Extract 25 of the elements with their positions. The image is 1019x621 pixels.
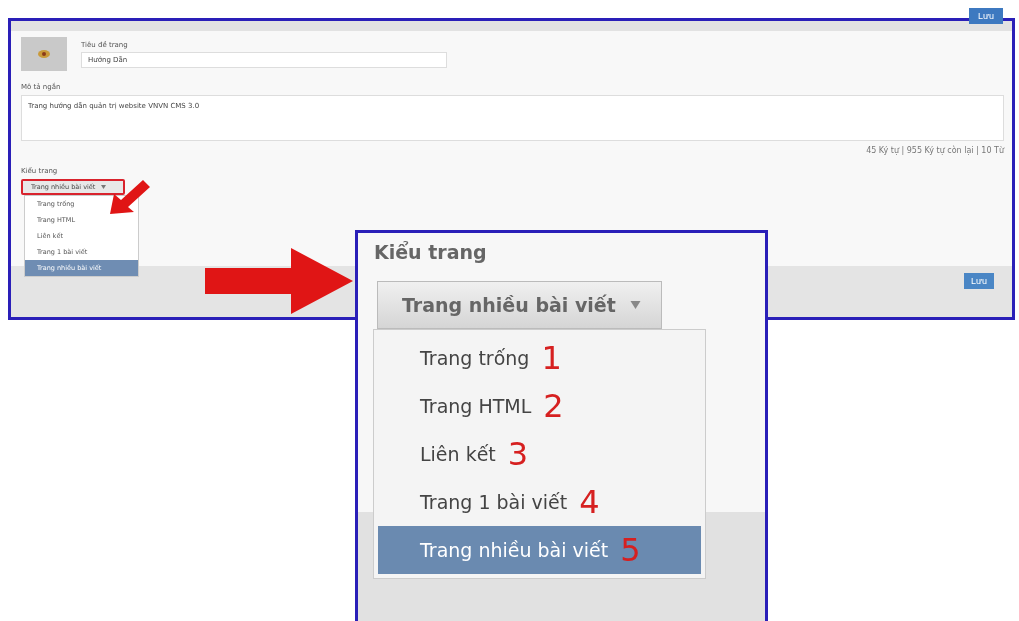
option-label: Liên kết — [420, 443, 496, 465]
dropdown-option[interactable]: Liên kết 3 — [378, 430, 701, 478]
step-number: 5 — [620, 531, 641, 569]
dropdown-option[interactable]: Trang HTML 2 — [378, 382, 701, 430]
dropdown-option[interactable]: Trang trống 1 — [378, 334, 701, 382]
step-number: 1 — [541, 339, 562, 377]
arrow-icon — [110, 180, 150, 214]
dropdown-option[interactable]: Trang 1 bài viết 4 — [378, 478, 701, 526]
caret-icon — [101, 185, 107, 189]
arrow-icon — [205, 248, 353, 314]
dropdown-option[interactable]: Trang nhiều bài viết 5 — [378, 526, 701, 574]
emblem-icon — [37, 49, 51, 59]
option-label: Trang trống — [420, 347, 530, 369]
save-button[interactable]: Lưu — [969, 8, 1003, 24]
step-number: 4 — [579, 483, 600, 521]
option-label: Trang nhiều bài viết — [420, 539, 609, 561]
option-label: Trang 1 bài viết — [420, 491, 568, 513]
save-button[interactable]: Lưu — [964, 273, 994, 289]
field-label: Kiểu trang — [374, 241, 488, 263]
step-number: 2 — [543, 387, 564, 425]
character-counter: 45 Ký tự | 955 Ký tự còn lại | 10 Từ — [866, 146, 1004, 155]
caret-icon — [629, 301, 641, 309]
page-type-select[interactable]: Trang nhiều bài viết — [377, 281, 662, 329]
option-label: Trang HTML — [420, 395, 532, 417]
step-number: 3 — [507, 435, 529, 473]
